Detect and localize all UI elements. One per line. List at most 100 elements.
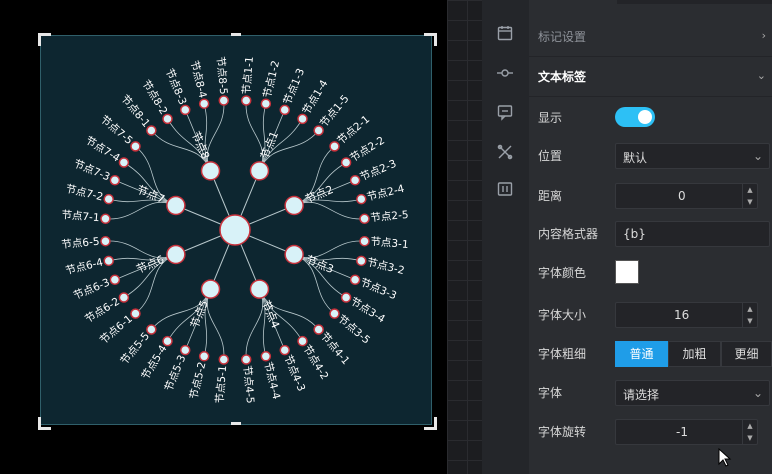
leaf-node[interactable] (162, 335, 173, 347)
code-box-icon[interactable] (496, 180, 514, 198)
resize-handle-bottom-right[interactable] (424, 417, 437, 430)
font-weight-normal[interactable]: 普通 (615, 341, 668, 367)
leaf-node[interactable] (340, 157, 352, 168)
leaf-node[interactable] (356, 255, 367, 267)
leaf-node[interactable] (359, 213, 370, 225)
leaf-node[interactable] (260, 98, 272, 109)
leaf-node[interactable] (130, 141, 141, 152)
leaf-node[interactable] (240, 95, 252, 106)
branch-node[interactable] (200, 161, 221, 181)
row-show: 显示 (529, 98, 772, 138)
stepper-arrows[interactable]: ▲ ▼ (742, 420, 757, 444)
font-family-select[interactable]: 请选择 ⌄ (615, 380, 770, 406)
leaf-node[interactable] (340, 292, 352, 303)
branch-node[interactable] (249, 279, 270, 299)
leaf-node[interactable] (109, 274, 121, 285)
leaf-node[interactable] (240, 354, 252, 365)
formatter-value: {b} (623, 227, 646, 241)
leaf-node[interactable] (313, 324, 324, 335)
leaf-node[interactable] (359, 235, 370, 247)
resize-handle-bottom-left[interactable] (38, 417, 51, 430)
leaf-node[interactable] (297, 113, 308, 125)
leaf-node[interactable] (313, 125, 324, 136)
stepper-arrows[interactable]: ▲ ▼ (742, 303, 757, 327)
branch-label: 节点5 (188, 298, 211, 330)
branch-node[interactable] (200, 279, 221, 299)
marker-settings-section[interactable]: 标记设置 › (529, 16, 772, 57)
leaf-node[interactable] (260, 351, 272, 362)
font-rotate-stepper[interactable]: -1 ▲ ▼ (615, 419, 758, 445)
font-size-stepper[interactable]: 16 ▲ ▼ (615, 302, 758, 328)
leaf-node[interactable] (146, 324, 157, 335)
tools-icon[interactable] (496, 143, 514, 161)
leaf-node[interactable] (162, 113, 173, 125)
row-font-weight: 字体粗细 普通 加粗 更细 (529, 334, 772, 374)
position-select[interactable]: 默认 ⌄ (615, 143, 770, 169)
branch-label: 节点2 (303, 183, 335, 206)
font-color-label: 字体颜色 (538, 266, 587, 280)
leaf-node[interactable] (146, 125, 157, 136)
row-distance: 距离 0 ▲ ▼ (529, 176, 772, 216)
leaf-label: 节点1-2 (261, 59, 282, 99)
resize-handle-top-left[interactable] (38, 33, 51, 46)
leaf-node[interactable] (349, 175, 361, 186)
leaf-node[interactable] (198, 351, 210, 362)
leaf-node[interactable] (100, 213, 111, 225)
leaf-node[interactable] (103, 193, 114, 205)
canvas-grid (447, 0, 482, 474)
text-label-section[interactable]: 文本标签 ⌄ (529, 56, 772, 97)
formatter-input[interactable]: {b} (615, 221, 770, 247)
leaf-node[interactable] (279, 104, 290, 116)
font-family-value: 请选择 (623, 388, 660, 402)
branch-node[interactable] (166, 244, 186, 265)
font-color-swatch[interactable] (615, 260, 639, 284)
tree-link (206, 100, 225, 172)
resize-handle-bottom[interactable] (231, 422, 241, 425)
stepper-arrows[interactable]: ▲ ▼ (742, 184, 757, 208)
calendar-icon[interactable] (496, 24, 514, 42)
leaf-node[interactable] (130, 308, 141, 319)
show-toggle[interactable] (615, 107, 655, 127)
branch-node[interactable] (284, 244, 304, 265)
tree-link (245, 288, 264, 360)
distance-stepper[interactable]: 0 ▲ ▼ (615, 183, 758, 209)
leaf-node[interactable] (349, 274, 361, 285)
leaf-node[interactable] (218, 354, 230, 365)
font-weight-lighter[interactable]: 更细 (721, 341, 772, 367)
leaf-node[interactable] (103, 255, 114, 267)
leaf-node[interactable] (297, 335, 308, 347)
leaf-label: 节点7-4 (83, 134, 122, 164)
icon-sidebar (482, 0, 530, 474)
leaf-node[interactable] (100, 235, 111, 247)
message-icon[interactable] (496, 103, 514, 121)
leaf-node[interactable] (218, 95, 230, 106)
leaf-label: 节点3-2 (366, 256, 406, 277)
leaf-node[interactable] (329, 141, 340, 152)
root-node[interactable] (219, 214, 251, 246)
leaf-node[interactable] (118, 157, 130, 168)
git-commit-icon[interactable] (496, 64, 514, 82)
leaf-label: 节点3-1 (370, 236, 409, 251)
chart-frame[interactable]: 节点1-1 节点1-2 节点1-3 节点1-4 节点1-5 节点1 节点2-1 节点2-2 节点… (40, 35, 432, 425)
branch-node[interactable] (284, 195, 304, 216)
resize-handle-top[interactable] (231, 33, 241, 36)
leaf-label: 节点1-5 (318, 93, 352, 130)
leaf-node[interactable] (118, 292, 130, 303)
leaf-node[interactable] (329, 308, 340, 319)
leaf-node[interactable] (356, 193, 367, 205)
leaf-label: 节点5-1 (214, 365, 229, 404)
leaf-label: 节点6-5 (61, 236, 100, 251)
position-value: 默认 (623, 151, 648, 165)
branch-node[interactable] (166, 195, 186, 216)
branch-node[interactable] (249, 161, 270, 181)
leaf-node[interactable] (198, 98, 210, 109)
leaf-node[interactable] (180, 104, 191, 116)
leaf-node[interactable] (180, 344, 191, 356)
leaf-label: 节点5-3 (163, 353, 189, 393)
leaf-node[interactable] (109, 175, 121, 186)
leaf-label: 节点7-2 (64, 183, 104, 204)
leaf-node[interactable] (279, 344, 290, 356)
resize-handle-top-right[interactable] (424, 33, 437, 46)
distance-value: 0 (678, 189, 686, 203)
font-weight-bold[interactable]: 加粗 (668, 341, 721, 367)
